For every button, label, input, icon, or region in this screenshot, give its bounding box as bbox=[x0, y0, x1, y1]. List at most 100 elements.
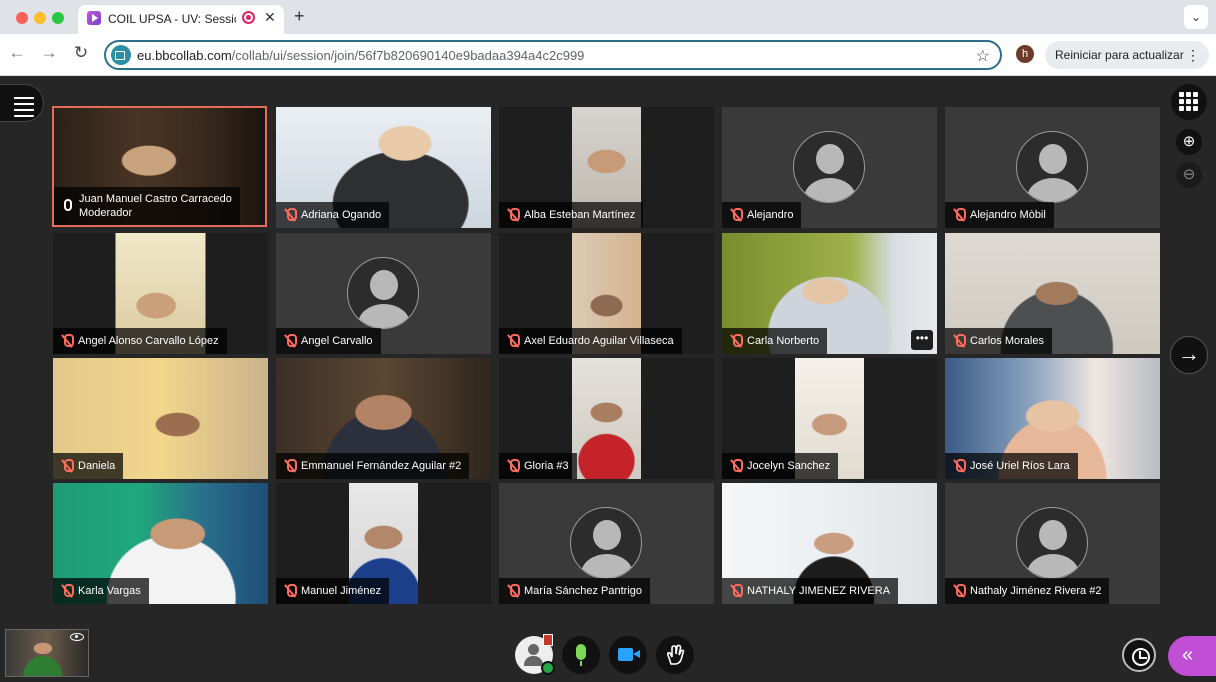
participant-tile-nathaly-2[interactable]: Nathaly Jiménez Rivera #2 bbox=[945, 483, 1160, 604]
url-host: eu.bbcollab.com bbox=[137, 48, 232, 63]
recording-icon bbox=[242, 11, 255, 24]
reload-icon[interactable]: ↻ bbox=[70, 43, 92, 63]
participant-tile-adriana[interactable]: Adriana Ogando bbox=[276, 107, 491, 228]
participant-tile-carla[interactable]: Carla Norberto ••• bbox=[722, 233, 937, 354]
mic-muted-icon bbox=[61, 334, 74, 348]
new-tab-icon[interactable]: + bbox=[294, 6, 305, 27]
avatar bbox=[347, 257, 419, 329]
tab-title: COIL UPSA - UV: Session bbox=[108, 12, 236, 26]
address-bar[interactable]: eu.bbcollab.com/collab/ui/session/join/5… bbox=[104, 40, 1002, 70]
participant-name: Angel Carvallo bbox=[301, 335, 373, 347]
collaborate-favicon-icon bbox=[87, 11, 101, 25]
participant-label: Angel Alonso Carvallo López bbox=[53, 328, 227, 354]
participant-label: Carlos Morales bbox=[945, 328, 1052, 354]
participant-tile-axel[interactable]: Axel Eduardo Aguilar Villaseca bbox=[499, 233, 714, 354]
participant-tile-gloria[interactable]: Gloria #3 bbox=[499, 358, 714, 479]
status-settings-button[interactable] bbox=[515, 634, 555, 675]
participant-tile-jocelyn[interactable]: Jocelyn Sanchez bbox=[722, 358, 937, 479]
participant-name: Juan Manuel Castro Carracedo bbox=[79, 193, 232, 205]
participant-tile-alejandro[interactable]: Alejandro bbox=[722, 107, 937, 228]
participant-label: Nathaly Jiménez Rivera #2 bbox=[945, 578, 1110, 604]
microphone-button[interactable] bbox=[562, 636, 600, 674]
participant-tile-angel-carvallo[interactable]: Angel Carvallo bbox=[276, 233, 491, 354]
avatar bbox=[793, 131, 865, 203]
url-text: eu.bbcollab.com/collab/ui/session/join/5… bbox=[137, 48, 584, 63]
arrow-right-icon[interactable]: → bbox=[1170, 336, 1208, 374]
participant-label: Adriana Ogando bbox=[276, 202, 390, 228]
participant-tile-juan-manuel[interactable]: Juan Manuel Castro Carracedo Moderador bbox=[52, 106, 267, 227]
avatar bbox=[1016, 507, 1088, 579]
window-close-icon[interactable] bbox=[16, 12, 28, 24]
zoom-in-icon[interactable]: ⊕ bbox=[1176, 129, 1202, 155]
participant-label: Manuel Jiménez bbox=[276, 578, 390, 604]
avatar bbox=[1016, 131, 1088, 203]
update-button[interactable]: Reiniciar para actualizar ⋮ bbox=[1045, 41, 1209, 69]
camera-button[interactable] bbox=[609, 636, 647, 674]
timer-icon[interactable] bbox=[1122, 638, 1156, 672]
participant-name: Emmanuel Fernández Aguilar #2 bbox=[301, 460, 462, 472]
participant-name: José Uriel Ríos Lara bbox=[970, 460, 1070, 472]
participant-label: María Sánchez Pantrigo bbox=[499, 578, 651, 604]
avatar bbox=[570, 507, 642, 579]
participant-label: Daniela bbox=[53, 453, 124, 479]
participant-name: Jocelyn Sanchez bbox=[747, 460, 831, 472]
mic-muted-icon bbox=[953, 459, 966, 473]
participant-name: Daniela bbox=[78, 460, 116, 472]
participant-tile-jose-uriel[interactable]: José Uriel Ríos Lara bbox=[945, 358, 1160, 479]
participant-name: Carlos Morales bbox=[970, 335, 1044, 347]
participant-label: Axel Eduardo Aguilar Villaseca bbox=[499, 328, 682, 354]
participant-role: Moderador bbox=[79, 207, 133, 219]
browser-toolbar: ← → ↻ eu.bbcollab.com/collab/ui/session/… bbox=[0, 34, 1216, 76]
mic-muted-icon bbox=[507, 459, 520, 473]
participant-name: Adriana Ogando bbox=[301, 209, 382, 221]
participant-tile-karla[interactable]: Karla Vargas bbox=[53, 483, 268, 604]
eye-icon[interactable] bbox=[70, 633, 84, 641]
grid-view-icon[interactable] bbox=[1171, 84, 1207, 120]
tab-search-chevron-icon[interactable]: ⌄ bbox=[1184, 5, 1208, 29]
more-vert-icon[interactable]: ⋮ bbox=[1186, 41, 1200, 69]
mic-muted-icon bbox=[953, 584, 966, 598]
participant-name: Karla Vargas bbox=[78, 585, 141, 597]
participant-label: Gloria #3 bbox=[499, 453, 577, 479]
update-button-label: Reiniciar para actualizar bbox=[1055, 48, 1184, 62]
participant-label: Angel Carvallo bbox=[276, 328, 381, 354]
participant-name: Axel Eduardo Aguilar Villaseca bbox=[524, 335, 674, 347]
participant-tile-daniela[interactable]: Daniela bbox=[53, 358, 268, 479]
back-arrow-icon[interactable]: ← bbox=[6, 43, 28, 63]
mic-muted-icon bbox=[284, 584, 297, 598]
tab-close-icon[interactable]: ✕ bbox=[264, 9, 276, 26]
site-info-icon[interactable] bbox=[111, 45, 131, 65]
participant-name: Alejandro Mòbil bbox=[970, 209, 1046, 221]
participant-tile-carlos[interactable]: Carlos Morales bbox=[945, 233, 1160, 354]
self-view-video[interactable] bbox=[5, 629, 89, 677]
participant-tile-manuel[interactable]: Manuel Jiménez bbox=[276, 483, 491, 604]
window-minimize-icon[interactable] bbox=[34, 12, 46, 24]
participant-name: Gloria #3 bbox=[524, 460, 569, 472]
participant-label: Jocelyn Sanchez bbox=[722, 453, 839, 479]
browser-tab[interactable]: COIL UPSA - UV: Session ✕ bbox=[78, 5, 284, 34]
participant-tile-nathaly[interactable]: NATHALY JIMENEZ RIVERA bbox=[722, 483, 937, 604]
participant-label: Emmanuel Fernández Aguilar #2 bbox=[276, 453, 470, 479]
participant-tile-emmanuel[interactable]: Emmanuel Fernández Aguilar #2 bbox=[276, 358, 491, 479]
participant-label: Carla Norberto bbox=[722, 328, 828, 354]
bookmark-star-icon[interactable]: ☆ bbox=[976, 46, 990, 66]
participant-tile-alejandro-mobil[interactable]: Alejandro Mòbil bbox=[945, 107, 1160, 228]
participant-tile-maria[interactable]: María Sánchez Pantrigo bbox=[499, 483, 714, 604]
microphone-icon bbox=[576, 644, 586, 660]
participant-name: Nathaly Jiménez Rivera #2 bbox=[970, 585, 1102, 597]
hamburger-icon[interactable] bbox=[0, 84, 44, 122]
participant-label: Juan Manuel Castro Carracedo Moderador bbox=[54, 187, 240, 225]
participant-tile-angel-alonso[interactable]: Angel Alonso Carvallo López bbox=[53, 233, 268, 354]
window-maximize-icon[interactable] bbox=[52, 12, 64, 24]
profile-avatar[interactable]: h bbox=[1016, 45, 1034, 63]
forward-arrow-icon[interactable]: → bbox=[38, 43, 60, 63]
participant-tile-alba[interactable]: Alba Esteban Martínez bbox=[499, 107, 714, 228]
mic-muted-icon bbox=[953, 208, 966, 222]
participant-name: Manuel Jiménez bbox=[301, 585, 382, 597]
raise-hand-button[interactable] bbox=[656, 636, 694, 674]
participant-label: Alejandro Mòbil bbox=[945, 202, 1054, 228]
collapse-panel-icon[interactable]: « bbox=[1168, 636, 1216, 676]
participant-name: Alejandro bbox=[747, 209, 794, 221]
zoom-out-icon[interactable]: ⊖ bbox=[1176, 162, 1202, 188]
more-options-icon[interactable]: ••• bbox=[911, 330, 933, 350]
